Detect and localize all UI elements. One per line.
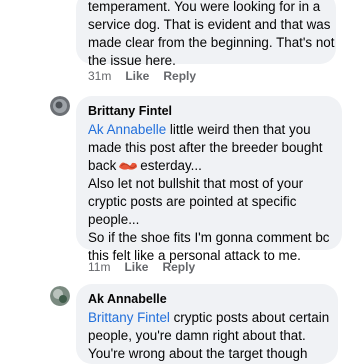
comment-text-line: Brittany Fintel cryptic posts about cert…	[88, 309, 330, 327]
comment-text-line: the issue here.	[88, 53, 176, 68]
comment-author[interactable]: Brittany Fintel	[88, 103, 330, 119]
comment-text: esterday...	[140, 158, 202, 173]
comment-text-line: back esterday...	[88, 157, 330, 175]
like-button[interactable]: Like	[124, 260, 148, 274]
comment-text-line: Ak Annabelle little weird then that you	[88, 121, 330, 139]
mention-link[interactable]: Ak Annabelle	[88, 122, 166, 137]
avatar[interactable]	[50, 96, 70, 116]
reply-button[interactable]: Reply	[162, 260, 195, 274]
comment-meta-2: 11m Like Reply	[88, 260, 195, 274]
comment-text: cryptic posts about certain	[169, 310, 330, 325]
comment-text-line: people...	[88, 212, 140, 227]
profile-photo-icon	[50, 96, 70, 116]
mention-link[interactable]: Brittany Fintel	[88, 310, 170, 325]
profile-photo-icon	[50, 286, 70, 306]
comment-author[interactable]: Ak Annabelle	[88, 291, 326, 307]
comment-text-line: service dog. That is evident and that wa…	[88, 17, 331, 32]
timestamp: 11m	[88, 260, 111, 274]
comment-bubble-2: Brittany Fintel Ak Annabelle little weir…	[76, 96, 342, 263]
comment-bubble-3: Ak Annabelle Brittany Fintel cryptic pos…	[76, 284, 338, 364]
comment-text-line: made clear from the beginning. That's no…	[88, 35, 335, 50]
comment-text-line: people, you're damn right about that.	[88, 328, 306, 343]
like-button[interactable]: Like	[125, 69, 149, 83]
avatar[interactable]	[50, 286, 70, 306]
comment-text-line: Also let not bullshit that most of your	[88, 176, 304, 191]
redaction-scribble-icon	[119, 162, 138, 171]
comment-text-line: temperament. You were looking for in a	[88, 0, 321, 14]
comment-meta-1: 31m Like Reply	[88, 69, 196, 83]
comment-text-line: So if the shoe fits I'm gonna comment bc	[88, 230, 330, 245]
comment-text-line: cryptic posts are pointed at specific	[88, 194, 297, 209]
comment-text: back	[88, 158, 117, 173]
comment-bubble-1: temperament. You were looking for in a s…	[76, 0, 336, 68]
comment-text: little weird then that you	[166, 122, 311, 137]
comment-text-line: made this post after the breeder bought	[88, 140, 323, 155]
timestamp: 31m	[88, 69, 112, 83]
reply-button[interactable]: Reply	[163, 69, 196, 83]
